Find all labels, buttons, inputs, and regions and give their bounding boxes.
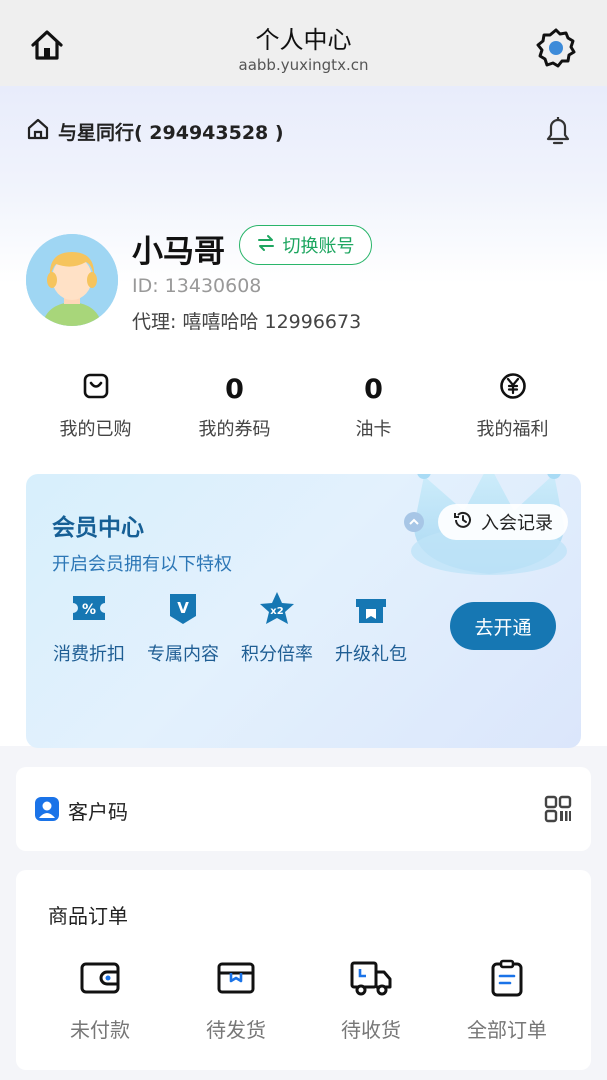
- points-star-icon: x2: [232, 588, 322, 628]
- gear-icon[interactable]: [534, 26, 578, 70]
- switch-account-button[interactable]: 切换账号: [239, 225, 372, 265]
- order-all[interactable]: 全部订单: [452, 958, 562, 1043]
- order-label: 待发货: [206, 1018, 266, 1042]
- stat-value: 0: [364, 373, 383, 405]
- stat-label: 我的券码: [198, 419, 271, 440]
- stat-benefits[interactable]: 我的福利: [443, 372, 582, 441]
- order-label: 未付款: [70, 1018, 130, 1042]
- perk-exclusive[interactable]: V 专属内容: [138, 588, 228, 666]
- perk-label: 消费折扣: [53, 644, 125, 665]
- customer-code-card[interactable]: 客户码: [16, 767, 591, 851]
- top-bar: 个人中心 aabb.yuxingtx.cn: [0, 0, 607, 86]
- package-icon: [181, 958, 291, 998]
- stat-label: 我的已购: [59, 419, 132, 440]
- swap-icon: [257, 234, 275, 257]
- stat-label: 我的福利: [476, 419, 549, 440]
- order-label: 待收货: [341, 1018, 401, 1042]
- membership-record-button[interactable]: 入会记录: [438, 504, 568, 540]
- agent-info: 代理: 嘻嘻哈哈 12996673: [132, 311, 362, 333]
- user-id: ID: 13430608: [132, 275, 262, 297]
- stat-purchased[interactable]: 我的已购: [26, 372, 165, 441]
- stat-fuel-card[interactable]: 0 油卡: [304, 372, 443, 441]
- truck-icon: [316, 958, 426, 998]
- stat-coupons[interactable]: 0 我的券码: [165, 372, 304, 441]
- vip-center-card: 会员中心 开启会员拥有以下特权 入会记录 % 消费折扣 V 专属内容 x2 积分…: [26, 474, 581, 748]
- membership-record-label: 入会记录: [481, 513, 553, 534]
- page-url: aabb.yuxingtx.cn: [238, 56, 369, 74]
- stat-value: 0: [225, 373, 244, 405]
- wallet-icon: [45, 958, 155, 998]
- order-unpaid[interactable]: 未付款: [45, 958, 155, 1043]
- switch-account-label: 切换账号: [282, 236, 355, 257]
- bag-icon: [82, 372, 110, 407]
- page-title: 个人中心: [255, 26, 352, 54]
- shop-name: 与星同行( 294943528 ): [58, 121, 284, 144]
- perk-gift[interactable]: 升级礼包: [326, 588, 416, 666]
- order-to-ship[interactable]: 待发货: [181, 958, 291, 1043]
- yen-circle-icon: [499, 372, 527, 407]
- history-icon: [453, 510, 473, 535]
- perk-label: 专属内容: [147, 644, 219, 665]
- order-label: 全部订单: [467, 1018, 547, 1042]
- vip-subtitle: 开启会员拥有以下特权: [52, 554, 232, 575]
- home-outline-icon: [26, 117, 50, 145]
- username: 小马哥: [132, 234, 225, 270]
- discount-ticket-icon: %: [44, 588, 134, 628]
- order-to-receive[interactable]: 待收货: [316, 958, 426, 1043]
- chevron-up-icon: [404, 512, 424, 532]
- crown-icon: [411, 474, 567, 575]
- vip-title: 会员中心: [52, 515, 144, 541]
- perk-discount[interactable]: % 消费折扣: [44, 588, 134, 666]
- qr-code-icon[interactable]: [544, 795, 572, 827]
- user-badge-icon: [34, 796, 60, 826]
- clipboard-icon: [452, 958, 562, 998]
- shop-selector[interactable]: 与星同行( 294943528 ): [26, 117, 284, 145]
- svg-text:%: %: [82, 602, 96, 618]
- stat-label: 油卡: [355, 419, 392, 440]
- perk-points[interactable]: x2 积分倍率: [232, 588, 322, 666]
- bell-icon[interactable]: [540, 112, 576, 148]
- gift-box-icon: [326, 588, 416, 628]
- open-membership-button[interactable]: 去开通: [450, 602, 556, 650]
- exclusive-v-icon: V: [138, 588, 228, 628]
- avatar[interactable]: [26, 234, 118, 326]
- customer-code-label: 客户码: [68, 800, 128, 824]
- orders-card: 商品订单 未付款 待发货 待收货 全部订单: [16, 870, 591, 1070]
- svg-text:V: V: [177, 599, 189, 617]
- perk-label: 积分倍率: [241, 644, 313, 665]
- stats-row: 我的已购 0 我的券码 0 油卡 我的福利: [26, 372, 582, 442]
- orders-title: 商品订单: [48, 904, 128, 928]
- svg-text:x2: x2: [270, 606, 283, 617]
- perk-label: 升级礼包: [335, 644, 407, 665]
